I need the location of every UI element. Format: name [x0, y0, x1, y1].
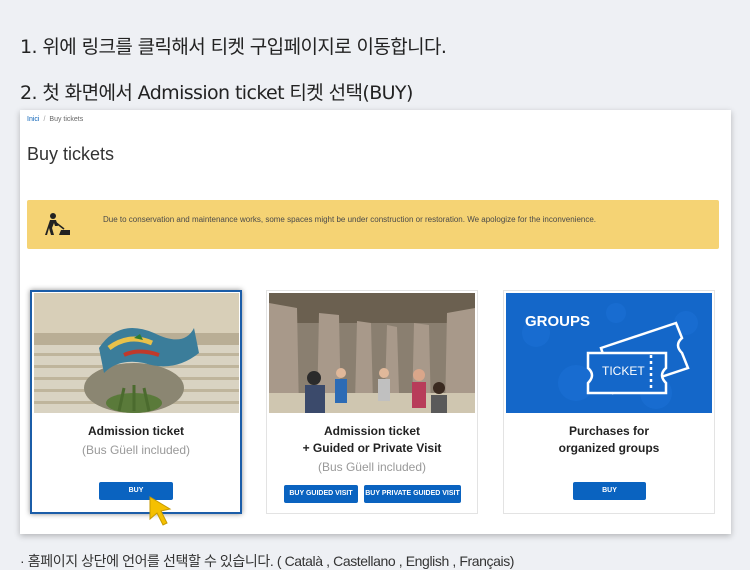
- groups-banner: GROUPS TICKET: [506, 293, 712, 413]
- card-subtitle: (Bus Güell included): [81, 443, 191, 457]
- groups-card: GROUPS TICKET Purchases for organized gr…: [503, 290, 715, 514]
- card-title: Admission ticket: [87, 424, 185, 438]
- pointer-cursor-icon: [149, 496, 172, 526]
- breadcrumb-separator: /: [43, 116, 46, 123]
- notice-text: Due to conservation and maintenance work…: [103, 215, 597, 224]
- buy-private-guided-visit-button[interactable]: BUY PRIVATE GUIDED VISIT: [364, 485, 461, 503]
- step-1-instruction: 1. 위에 링크를 클릭해서 티켓 구입페이지로 이동합니다.: [20, 36, 447, 58]
- breadcrumb-home-link[interactable]: Inici: [27, 116, 39, 123]
- step-2-instruction: 2. 첫 화면에서 Admission ticket 티켓 선택(BUY): [20, 82, 413, 104]
- construction-worker-icon: [45, 213, 70, 235]
- groups-banner-title: GROUPS: [525, 313, 591, 330]
- card-title-line-2: + Guided or Private Visit: [302, 441, 442, 455]
- page-title: Buy tickets: [27, 144, 115, 164]
- buy-groups-button[interactable]: BUY: [573, 482, 646, 500]
- card-title-line-2: organized groups: [558, 441, 660, 455]
- notice-banner: Due to conservation and maintenance work…: [27, 200, 719, 249]
- card-subtitle: (Bus Güell included): [317, 460, 427, 474]
- admission-ticket-card: Admission ticket (Bus Güell included) BU…: [30, 290, 242, 514]
- buy-guided-visit-button[interactable]: BUY GUIDED VISIT: [284, 485, 358, 503]
- ticket-label: TICKET: [602, 364, 645, 378]
- guided-visit-card: Admission ticket + Guided or Private Vis…: [266, 290, 478, 514]
- card-title-line-1: Admission ticket: [323, 424, 421, 438]
- breadcrumb: Inici / Buy tickets: [27, 116, 83, 123]
- breadcrumb-current: Buy tickets: [49, 116, 84, 123]
- language-footnote: · 홈페이지 상단에 언어를 선택할 수 있습니다. ( Català , Ca…: [20, 553, 515, 569]
- colonnade-image: [269, 293, 475, 413]
- website-screenshot: Inici / Buy tickets Buy tickets Due to con…: [20, 110, 731, 534]
- card-title-line-1: Purchases for: [568, 424, 650, 438]
- dragon-fountain-image: [34, 293, 239, 413]
